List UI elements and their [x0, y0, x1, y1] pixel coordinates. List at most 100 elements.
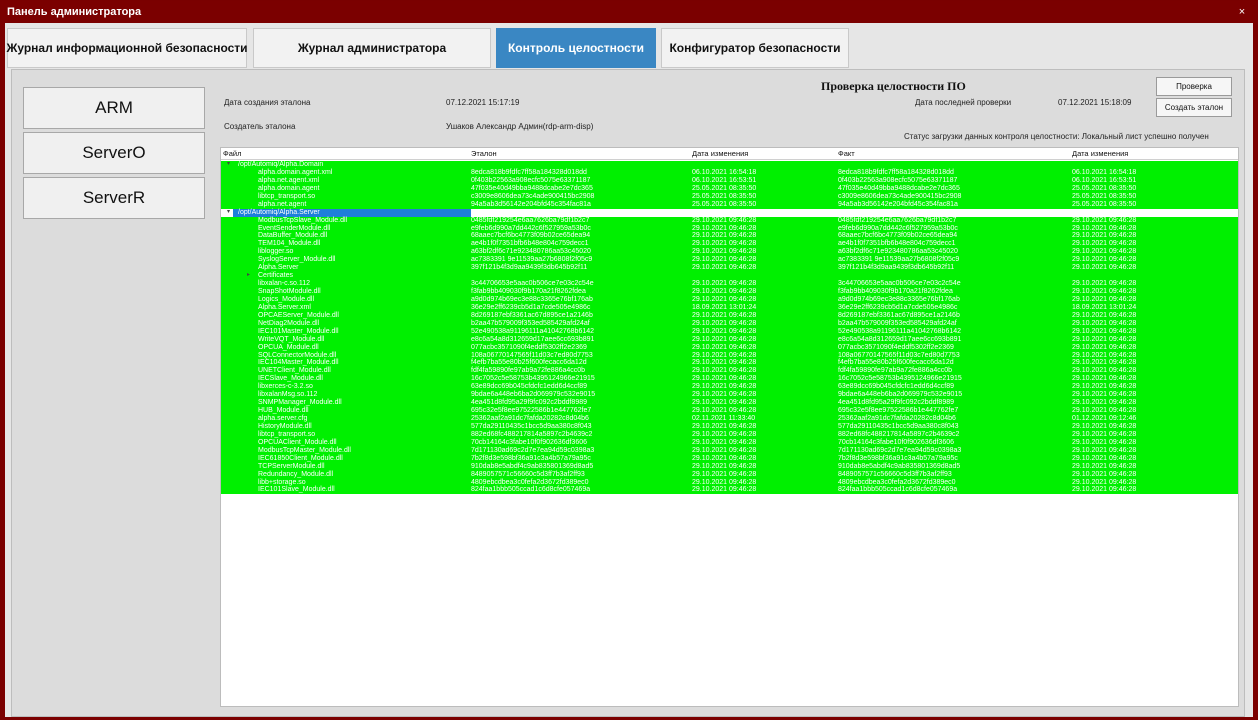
tab-integrity-control[interactable]: Контроль целостности: [496, 28, 656, 68]
table-row[interactable]: OPCUA_Module.dll 077acbc3571090f4eddf5302…: [221, 343, 1238, 352]
row-ref-date: 02.11.2021 11:33:40: [692, 415, 756, 422]
row-ref-date: 29.10.2021 09:46:28: [692, 454, 757, 462]
table-row[interactable]: NetDiag2Module.dll b2aa47b579009f353ed585…: [221, 319, 1238, 328]
table-row[interactable]: Alpha.Server 397f121b4f3d9aa9439f3db645b9…: [221, 264, 1238, 273]
header-file[interactable]: Файл: [223, 149, 241, 158]
row-fact-date: 29.10.2021 09:46:28: [1072, 446, 1137, 454]
server-button-arm[interactable]: ARM: [23, 87, 205, 129]
row-ref-date: 25.05.2021 08:35:50: [692, 184, 757, 192]
row-ref-date: 29.10.2021 09:46:28: [692, 383, 757, 391]
row-fact: 70cb14164c3fabe10f0f902636df3606: [838, 438, 954, 446]
server-button-servero[interactable]: ServerO: [23, 132, 205, 174]
table-row[interactable]: HUB_Module.dll 695c32e5f8ee97522586b1e447…: [221, 407, 1238, 415]
row-reference: 9bdae6a448eb6ba2d069979c532e9015: [471, 391, 596, 399]
table-row[interactable]: SQLConnectorModule.dll 108a06770147565f11…: [221, 351, 1238, 360]
row-file: alpha.server.cfg: [258, 415, 308, 422]
table-row[interactable]: alpha.net.agent.xml 0f403b22563a908ecfc50…: [221, 176, 1238, 185]
table-row[interactable]: alpha.server.cfg 25362aaf2a91dc7fafda2028…: [221, 415, 1238, 423]
table-row[interactable]: HistoryModule.dll 577da29110435c1bcc5d9aa…: [221, 422, 1238, 431]
header-reference[interactable]: Эталон: [471, 149, 497, 158]
table-row[interactable]: ModbusTcpMaster_Module.dll 7d171130ad69c2…: [221, 446, 1238, 455]
row-file: libxalan-c.so.112: [258, 280, 311, 288]
row-reference: 577da29110435c1bcc5d9aa380c8f043: [471, 422, 592, 430]
row-file: OPCAEServer_Module.dll: [258, 311, 339, 319]
row-fact: 077acbc3571090f4eddf5302ff2e2369: [838, 343, 954, 351]
table-row[interactable]: liblogger.so a63bf2df6c71e923480786aa53c4…: [221, 248, 1238, 257]
row-fact-date: 29.10.2021 09:46:28: [1072, 359, 1137, 367]
table-row[interactable]: SNMPManager_Module.dll 4ea451d8fd95a29f9f…: [221, 399, 1238, 408]
table-row[interactable]: IEC101Master_Module.dll 52e490538a9119611…: [221, 327, 1238, 336]
header-fact[interactable]: Факт: [838, 149, 855, 158]
tab-admin-log[interactable]: Журнал администратора: [253, 28, 491, 68]
table-row[interactable]: alpha.domain.agent.xml 8edca818b9fdfc7ff5…: [221, 168, 1238, 177]
table-row[interactable]: ▾/opt/Automiq/Alpha.Server: [221, 208, 1238, 217]
tab-security-configurator[interactable]: Конфигуратор безопасности: [661, 28, 849, 68]
expand-arrow-icon[interactable]: ▾: [227, 161, 230, 169]
header-ref-date[interactable]: Дата изменения: [692, 149, 748, 158]
table-row[interactable]: libtcp_transport.so c3009e8606dea73c4ade9…: [221, 192, 1238, 201]
table-row[interactable]: DataBuffer_Module.dll 68aaec7bcf6bc4773f0…: [221, 232, 1238, 241]
collapse-arrow-icon[interactable]: ▸: [247, 272, 250, 280]
table-row[interactable]: ModbusTcpSlave_Module.dll 0485fdf219254e6…: [221, 216, 1238, 225]
row-ref-date: 06.10.2021 16:54:18: [692, 168, 757, 176]
row-fact: fdf4fa59890fe97ab9a72fe886a4cc0b: [838, 367, 953, 375]
table-row[interactable]: alpha.net.agent 94a5ab3d56142e204bfd45c35…: [221, 200, 1238, 209]
table-row[interactable]: Alpha.Server.xml 36e29e2ff6239cb5d1a7cde5…: [221, 303, 1238, 312]
row-fact: f4efb7ba55e80b25f600fecacc6da12d: [838, 359, 954, 367]
row-reference: 25362aaf2a91dc7fafda20282c8d04b6: [471, 415, 589, 422]
row-file: libtcp_transport.so: [258, 430, 316, 438]
create-reference-button[interactable]: Создать эталон: [1156, 98, 1232, 117]
table-row[interactable]: IEC104Master_Module.dll f4efb7ba55e80b25f…: [221, 359, 1238, 368]
table-row[interactable]: OPCAEServer_Module.dll 8d269187ebf3361ac6…: [221, 311, 1238, 320]
table-row[interactable]: libb+storage.so 4809ebcdbea3c0fefa2d3672f…: [221, 478, 1238, 487]
tab-security-log[interactable]: Журнал информационной безопасности: [6, 28, 248, 68]
creator-value: Ушаков Александр Админ(rdp-arm-disp): [446, 122, 594, 131]
table-row[interactable]: Redundancy_Module.dll 8489057571c56660c5d…: [221, 470, 1238, 479]
check-button[interactable]: Проверка: [1156, 77, 1232, 96]
table-row[interactable]: libxalanMsg.so.112 9bdae6a448eb6ba2d06997…: [221, 391, 1238, 400]
table-row[interactable]: TEM104_Module.dll ae4b1f0f7351bfb6b48e804…: [221, 240, 1238, 249]
table-row[interactable]: libxerces-c-3.2.so 63e89dcc69b045cfdcfc1e…: [221, 383, 1238, 392]
table-row[interactable]: TCPServerModule.dll 910dab8e5abdf4c9ab835…: [221, 462, 1238, 471]
table-row[interactable]: libxalan-c.so.112 3c44706653e5aac0b506ce7…: [221, 280, 1238, 288]
row-fact: 25362aaf2a91dc7fafda20282c8d04b6: [838, 415, 956, 422]
window-title: Панель администратора: [7, 6, 142, 18]
row-fact-date: 29.10.2021 09:46:28: [1072, 319, 1137, 327]
table-row[interactable]: ▸ Certificates: [221, 272, 1238, 281]
row-fact: 9bdae6a448eb6ba2d069979c532e9015: [838, 391, 963, 399]
row-fact-date: 29.10.2021 09:46:28: [1072, 232, 1137, 240]
row-fact: a9d0d974b69ec3e88c3365e76bf176ab: [838, 295, 960, 303]
row-reference: 077acbc3571090f4eddf5302ff2e2369: [471, 343, 587, 351]
row-file: EventSenderModule.dll: [258, 224, 331, 232]
row-ref-date: 29.10.2021 09:46:28: [692, 470, 757, 478]
row-ref-date: 29.10.2021 09:46:28: [692, 407, 757, 415]
row-fact: 4809ebcdbea3c0fefa2d3672fd389ec0: [838, 478, 956, 486]
server-button-serverr[interactable]: ServerR: [23, 177, 205, 219]
table-row[interactable]: OPCUAClient_Module.dll 70cb14164c3fabe10f…: [221, 438, 1238, 447]
table-row[interactable]: IECSlave_Module.dll 16c7052c5e58753b43951…: [221, 375, 1238, 384]
row-fact: 882ed68fc488217814a5897c2b4639c2: [838, 430, 960, 438]
row-fact: 577da29110435c1bcc5d9aa380c8f043: [838, 422, 959, 430]
table-row[interactable]: WriteVQT_Module.dll e8c6a54a8d312659d17ae…: [221, 335, 1238, 344]
table-row[interactable]: alpha.domain.agent 47f035e40d49bba9488dca…: [221, 184, 1238, 193]
row-reference: 0485fdf219254e6aa7626ba79df1b2c7: [471, 216, 590, 224]
row-file: TCPServerModule.dll: [258, 462, 325, 470]
table-row[interactable]: Logics_Module.dll a9d0d974b69ec3e88c3365e…: [221, 295, 1238, 304]
table-row[interactable]: EventSenderModule.dll e9feb6d990a7dd442c6…: [221, 224, 1238, 233]
header-fact-date[interactable]: Дата изменения: [1072, 149, 1128, 158]
last-check-label: Дата последней проверки: [915, 98, 1012, 107]
table-row[interactable]: libtcp_transport.so 882ed68fc488217814a58…: [221, 430, 1238, 439]
table-row[interactable]: IEC101Slave_Module.dll 824faa1bbb505ccad1…: [221, 486, 1238, 495]
table-row[interactable]: SyslogServer_Module.dll ac7383391 9e11539…: [221, 256, 1238, 265]
row-file: alpha.net.agent.xml: [258, 176, 320, 184]
row-fact: 63e89dcc69b045cfdcfc1edd6d4ccf89: [838, 383, 954, 391]
table-row[interactable]: ▾ /opt/Automiq/Alpha.Domain: [221, 161, 1238, 169]
close-icon[interactable]: ×: [1235, 1, 1249, 23]
row-reference: 7d171130ad69c2d7e7ea94d59c0398a3: [471, 446, 595, 454]
row-fact: 7d171130ad69c2d7e7ea94d59c0398a3: [838, 446, 962, 454]
expand-arrow-icon[interactable]: ▾: [227, 209, 230, 217]
table-row[interactable]: UNETClient_Module.dll fdf4fa59890fe97ab9a…: [221, 367, 1238, 376]
table-body: ▾/opt/Automiq/Alpha.Domain alpha.domain.a…: [221, 161, 1238, 495]
table-row[interactable]: IEC61850Client_Module.dll 7b2f8d3e598bf36…: [221, 454, 1238, 463]
table-row[interactable]: SnapShotModule.dll f3fab9bb409030f9b170a2…: [221, 288, 1238, 296]
